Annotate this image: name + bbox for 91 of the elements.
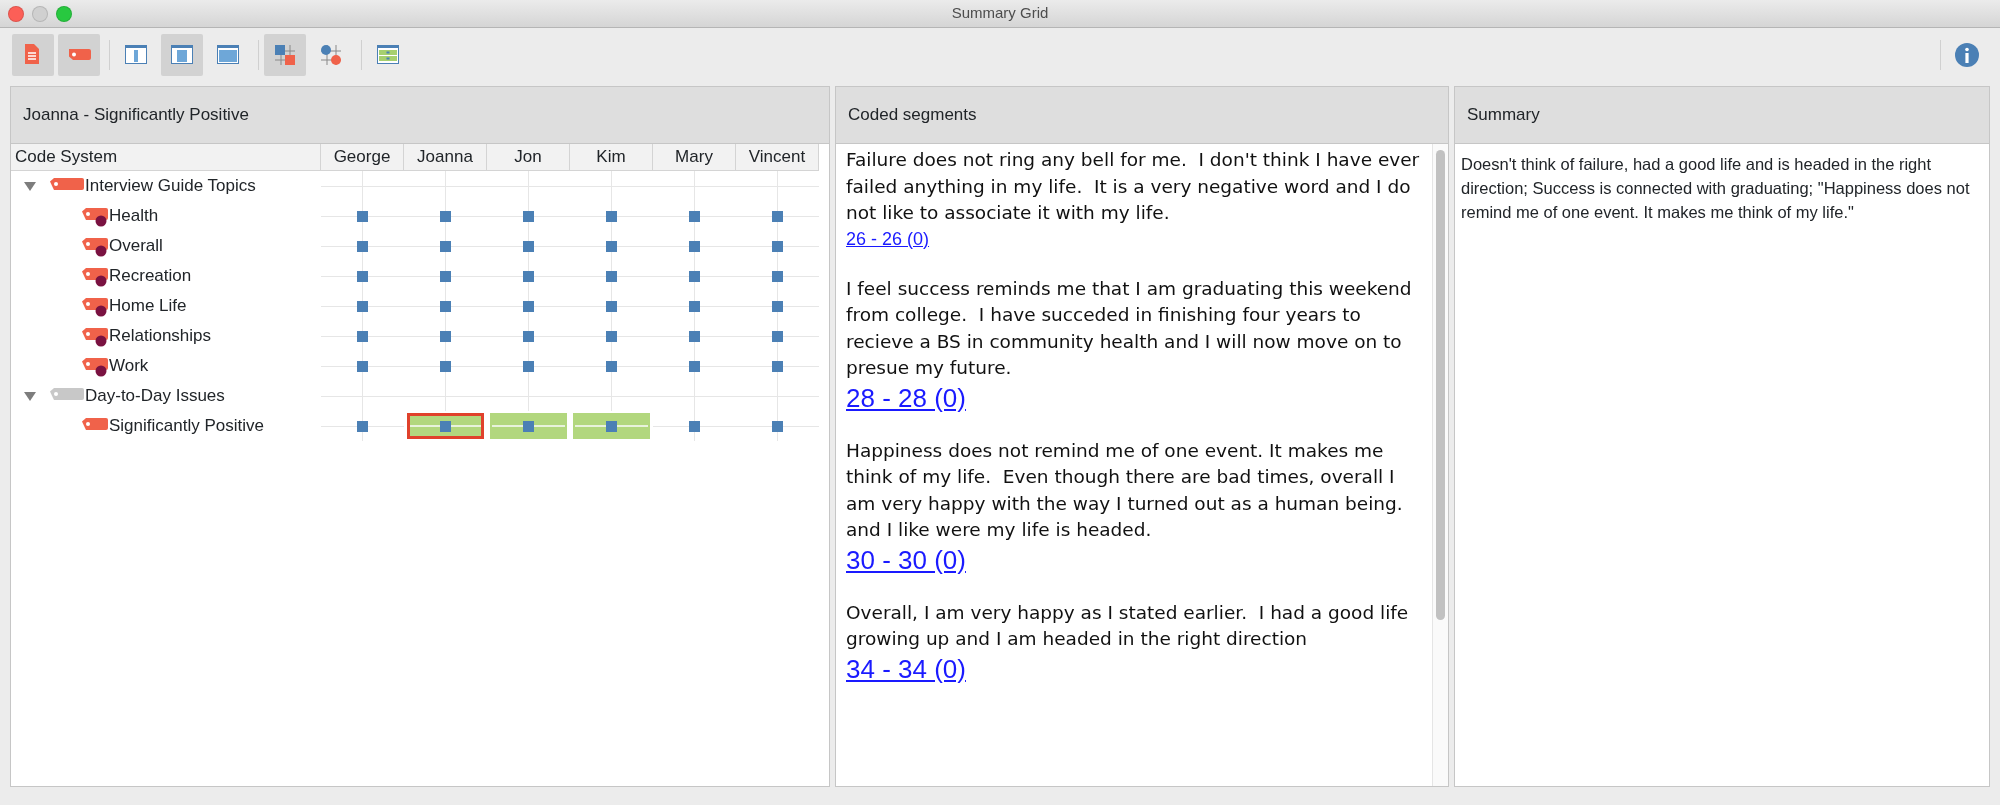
coding-marker: [523, 240, 534, 252]
column-header[interactable]: George: [321, 144, 404, 171]
coding-marker: [772, 420, 783, 432]
segment-text: Happiness does not remind me of one event. It makes me think of my life. Even though there are bad times, overall I am very happy with the way I turned out as a human being. and I like were my life is headed.: [846, 438, 1404, 542]
coding-marker: [357, 420, 368, 432]
coding-marker: [689, 420, 700, 432]
coding-marker: [689, 300, 700, 312]
coding-marker: [523, 300, 534, 312]
coding-marker: [689, 270, 700, 282]
panel-header: Summary: [1455, 87, 1989, 144]
coding-marker: [523, 360, 534, 372]
segment-link[interactable]: 28 - 28 (0): [846, 381, 966, 414]
coding-marker: [357, 300, 368, 312]
coding-marker: [772, 210, 783, 222]
tree-item[interactable]: Work: [109, 353, 149, 379]
tree-item[interactable]: Significantly Positive: [109, 413, 264, 439]
scrollbar[interactable]: [1432, 144, 1448, 786]
coding-marker: [440, 240, 451, 252]
coding-marker: [689, 210, 700, 222]
coding-marker: [440, 210, 451, 222]
column-header[interactable]: Jon: [487, 144, 570, 171]
layout-icon: [216, 43, 240, 67]
segment-text: Overall, I am very happy as I stated earlier. I had a good life growing up and I am headed in the right direction: [846, 600, 1410, 651]
coding-marker: [523, 210, 534, 222]
column-header[interactable]: Mary: [653, 144, 736, 171]
tree-item[interactable]: Day-to-Day Issues: [85, 383, 225, 409]
toolbar-button[interactable]: [161, 34, 203, 76]
column-header[interactable]: Joanna: [404, 144, 487, 171]
coding-marker: [689, 360, 700, 372]
coding-marker: [772, 360, 783, 372]
coding-marker: [440, 360, 451, 372]
column-header[interactable]: Vincent: [736, 144, 819, 171]
column-header[interactable]: Code System: [11, 144, 321, 171]
coding-marker: [772, 240, 783, 252]
segment-link[interactable]: 30 - 30 (0): [846, 543, 966, 576]
toolbar-button[interactable]: [12, 34, 54, 76]
coding-marker: [357, 210, 368, 222]
grid-cell[interactable]: [573, 413, 650, 439]
grid-cell[interactable]: [490, 413, 567, 439]
grid-icon: [319, 43, 343, 67]
zoom-button[interactable]: [56, 5, 72, 22]
coding-marker: [689, 240, 700, 252]
coding-marker: [606, 210, 617, 222]
tree-item[interactable]: Overall: [109, 233, 163, 259]
scrollbar-thumb[interactable]: [1436, 150, 1445, 620]
coding-marker: [606, 270, 617, 282]
segment-link[interactable]: 26 - 26 (0): [846, 226, 930, 251]
column-header[interactable]: Kim: [570, 144, 653, 171]
expander-icon[interactable]: [23, 389, 37, 403]
segment-text: Failure does not ring any bell for me. I don't think I have ever failed anything in my life. It is a very negative word and I do not like to associate it with my life.: [846, 148, 1421, 225]
summary-text[interactable]: Doesn't think of failure, had a good life and is headed in the right direction; Success is connected with graduating; "Happiness does not remind me of one event. It makes me think of my life.": [1455, 144, 1989, 232]
tree-item[interactable]: Home Life: [109, 293, 187, 319]
panel-header: Coded segments: [836, 87, 1448, 144]
coding-marker: [523, 330, 534, 342]
coding-marker: [523, 420, 534, 432]
coding-marker: [606, 420, 617, 432]
layout-icon: [124, 43, 148, 67]
table-icon: [376, 43, 400, 67]
coding-marker: [772, 300, 783, 312]
tree-item[interactable]: Recreation: [109, 263, 192, 289]
coding-marker: [523, 270, 534, 282]
grid-icon: [273, 43, 297, 67]
expander-icon[interactable]: [23, 179, 37, 193]
tree-item[interactable]: Relationships: [109, 323, 212, 349]
coding-marker: [689, 330, 700, 342]
coding-marker: [357, 360, 368, 372]
grid-cell[interactable]: [407, 413, 484, 439]
coding-marker: [606, 330, 617, 342]
coding-marker: [772, 270, 783, 282]
layout-icon: [170, 43, 194, 67]
coding-marker: [357, 240, 368, 252]
coding-marker: [440, 270, 451, 282]
coding-marker: [772, 330, 783, 342]
info-icon: [1954, 42, 1980, 68]
coding-marker: [440, 420, 451, 432]
tree-item[interactable]: Health: [109, 203, 159, 229]
tree-item[interactable]: Interview Guide Topics: [85, 173, 256, 199]
coding-marker: [606, 300, 617, 312]
coding-marker: [440, 330, 451, 342]
coding-marker: [440, 300, 451, 312]
toolbar-button[interactable]: [264, 34, 306, 76]
coding-marker: [606, 240, 617, 252]
coding-marker: [357, 330, 368, 342]
toolbar-button[interactable]: [58, 34, 100, 76]
close-button[interactable]: [8, 5, 24, 22]
segment-text: I feel success reminds me that I am graduating this weekend from college. I have succeded in finishing four years to recieve a BS in community health and I will now move on to presue my future.: [846, 276, 1413, 380]
coding-marker: [606, 360, 617, 372]
panel-header: Joanna - Significantly Positive: [11, 87, 829, 144]
segment-link[interactable]: 34 - 34 (0): [846, 652, 966, 685]
coding-marker: [357, 270, 368, 282]
window-title: Summary Grid: [951, 3, 1049, 24]
